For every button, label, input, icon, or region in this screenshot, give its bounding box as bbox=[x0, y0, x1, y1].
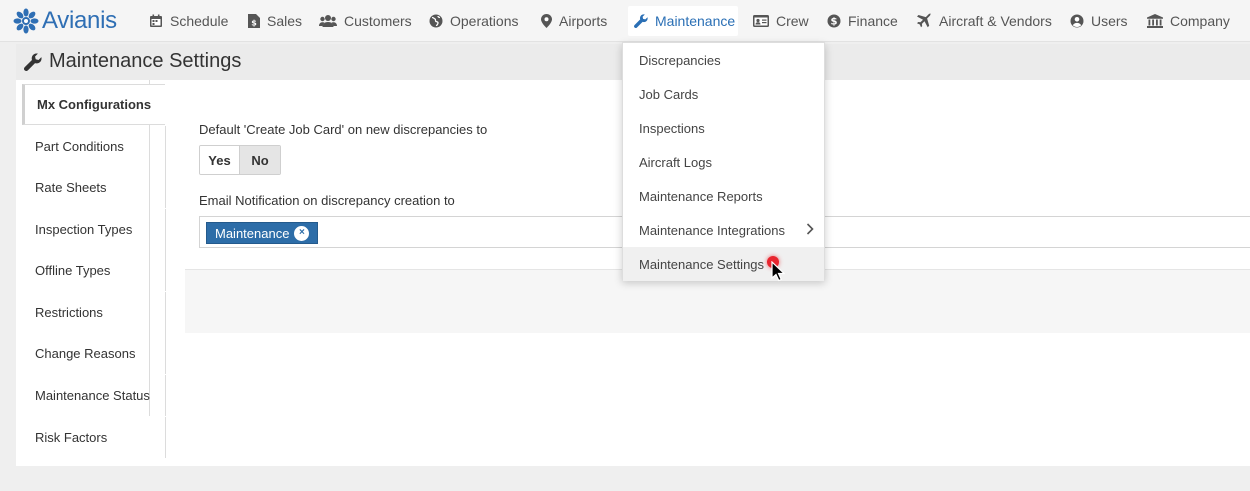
menu-item-label: Aircraft Logs bbox=[639, 154, 712, 170]
globe-icon bbox=[429, 14, 443, 28]
svg-text:$: $ bbox=[251, 19, 257, 28]
nav-aircraft-vendors[interactable]: Aircraft & Vendors bbox=[910, 6, 1058, 36]
nav-label: Company bbox=[1170, 13, 1230, 29]
chevron-right-icon bbox=[806, 223, 814, 235]
wrench-icon bbox=[24, 53, 42, 71]
nav-label: Aircraft & Vendors bbox=[939, 13, 1052, 29]
nav-airports[interactable]: Airports bbox=[535, 6, 613, 36]
menu-item-label: Maintenance Settings bbox=[639, 256, 765, 272]
menu-item-job-cards[interactable]: Job Cards bbox=[623, 77, 824, 111]
tab-label: Part Conditions bbox=[35, 139, 124, 154]
nav-label: Operations bbox=[450, 13, 519, 29]
nav-crew[interactable]: Crew bbox=[747, 6, 815, 36]
nav-label: Users bbox=[1091, 13, 1128, 29]
page-title: Maintenance Settings bbox=[49, 50, 242, 72]
brand-logo[interactable]: Avianis bbox=[13, 6, 117, 36]
tab-mx-configurations[interactable]: Mx Configurations bbox=[22, 84, 165, 125]
email-notification-label: Email Notification on discrepancy creati… bbox=[199, 193, 455, 208]
nav-finance[interactable]: $ Finance bbox=[821, 6, 904, 36]
nav-users[interactable]: Users bbox=[1064, 6, 1134, 36]
mouse-pointer-icon bbox=[771, 261, 785, 282]
job-card-toggle: Yes No bbox=[199, 145, 281, 175]
plane-icon bbox=[917, 13, 931, 28]
menu-item-inspections[interactable]: Inspections bbox=[623, 111, 824, 145]
user-circle-icon bbox=[1070, 14, 1084, 28]
calendar-icon bbox=[150, 14, 162, 27]
avianis-logo-icon bbox=[13, 8, 39, 34]
menu-item-label: Maintenance Integrations bbox=[639, 222, 785, 238]
nav-label: Schedule bbox=[170, 13, 229, 29]
nav-sales[interactable]: $ Sales bbox=[242, 6, 308, 36]
tab-risk-factors[interactable]: Risk Factors bbox=[23, 417, 166, 458]
menu-item-maintenance-reports[interactable]: Maintenance Reports bbox=[623, 179, 824, 213]
yes-button[interactable]: Yes bbox=[200, 146, 240, 174]
brand-name: Avianis bbox=[42, 7, 117, 34]
nav-schedule[interactable]: Schedule bbox=[143, 6, 234, 36]
svg-text:$: $ bbox=[831, 17, 838, 28]
recipient-tag: Maintenance × bbox=[206, 222, 319, 244]
nav-customers[interactable]: Customers bbox=[313, 6, 418, 36]
nav-label: Customers bbox=[344, 13, 412, 29]
tab-change-reasons[interactable]: Change Reasons bbox=[23, 333, 166, 374]
nav-company[interactable]: Company bbox=[1141, 6, 1236, 36]
nav-label: Sales bbox=[267, 13, 303, 29]
users-icon bbox=[319, 15, 337, 27]
document-dollar-icon: $ bbox=[248, 14, 260, 28]
menu-item-maintenance-integrations[interactable]: Maintenance Integrations bbox=[623, 213, 824, 247]
tab-rate-sheets[interactable]: Rate Sheets bbox=[23, 167, 166, 208]
menu-item-label: Maintenance Reports bbox=[639, 188, 763, 204]
menu-item-aircraft-logs[interactable]: Aircraft Logs bbox=[623, 145, 824, 179]
wrench-icon bbox=[634, 14, 648, 28]
tab-restrictions[interactable]: Restrictions bbox=[23, 292, 166, 333]
tab-offline-types[interactable]: Offline Types bbox=[23, 250, 166, 291]
id-card-icon bbox=[753, 15, 769, 27]
menu-item-maintenance-settings[interactable]: Maintenance Settings bbox=[623, 247, 824, 281]
menu-item-label: Inspections bbox=[639, 120, 705, 136]
nav-label: Crew bbox=[776, 13, 809, 29]
tab-part-conditions[interactable]: Part Conditions bbox=[23, 126, 166, 167]
nav-label: Finance bbox=[848, 13, 898, 29]
tab-label: Rate Sheets bbox=[35, 180, 107, 195]
tab-label: Maintenance Status bbox=[35, 388, 150, 403]
nav-maintenance[interactable]: Maintenance bbox=[628, 6, 738, 36]
menu-item-label: Job Cards bbox=[639, 86, 699, 102]
nav-operations[interactable]: Operations bbox=[423, 6, 524, 36]
map-pin-icon bbox=[541, 14, 552, 28]
no-button[interactable]: No bbox=[240, 146, 280, 174]
tab-maintenance-status[interactable]: Maintenance Status bbox=[23, 375, 166, 416]
tab-label: Restrictions bbox=[35, 305, 103, 320]
top-navbar: Avianis Schedule $ Sales Customers Opera… bbox=[0, 0, 1250, 42]
nav-label: Maintenance bbox=[655, 13, 736, 29]
tab-label: Mx Configurations bbox=[37, 97, 152, 112]
tab-label: Risk Factors bbox=[35, 430, 108, 445]
tab-inspection-types[interactable]: Inspection Types bbox=[23, 209, 166, 250]
tab-label: Change Reasons bbox=[35, 346, 136, 361]
remove-tag-icon[interactable]: × bbox=[294, 225, 310, 241]
dollar-circle-icon: $ bbox=[827, 14, 841, 28]
tag-label: Maintenance bbox=[215, 225, 290, 241]
menu-item-discrepancies[interactable]: Discrepancies bbox=[623, 43, 824, 77]
building-icon bbox=[1147, 14, 1163, 28]
tab-label: Inspection Types bbox=[35, 222, 133, 237]
menu-item-label: Discrepancies bbox=[639, 52, 721, 68]
nav-label: Airports bbox=[559, 13, 608, 29]
tab-label: Offline Types bbox=[35, 263, 111, 278]
job-card-default-label: Default 'Create Job Card' on new discrep… bbox=[199, 122, 488, 137]
maintenance-dropdown-menu: Discrepancies Job Cards Inspections Airc… bbox=[622, 42, 825, 281]
